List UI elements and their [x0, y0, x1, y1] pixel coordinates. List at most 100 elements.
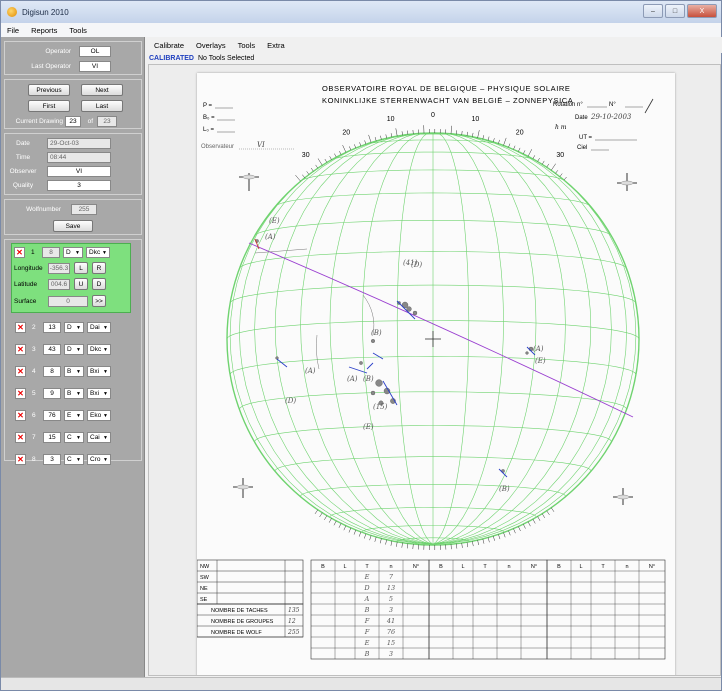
- group-number-field[interactable]: 8: [43, 366, 61, 377]
- sunspot-group-row[interactable]: ✕ 48BBxi: [15, 365, 111, 378]
- date-picker[interactable]: 29-Oct-03: [47, 138, 111, 149]
- first-button[interactable]: First: [28, 100, 70, 112]
- sunspot-group-row[interactable]: ✕ 2 13DDai: [15, 321, 111, 334]
- menu-reports[interactable]: Reports: [31, 26, 57, 35]
- delete-group-button[interactable]: ✕: [15, 366, 26, 377]
- limb-tick: [461, 542, 463, 548]
- menu-file[interactable]: File: [7, 26, 19, 35]
- limb-tick: [498, 534, 501, 540]
- group-number-field[interactable]: 15: [43, 432, 61, 443]
- limb-tick: [532, 155, 536, 159]
- limb-tick: [492, 535, 495, 541]
- group-type-select[interactable]: D: [63, 247, 83, 258]
- group-mcintosh-select[interactable]: Bxi: [87, 366, 111, 377]
- longitude-line: [432, 133, 566, 545]
- sunspot-group-row[interactable]: ✕ 83CCro: [15, 453, 111, 466]
- limb-tick: [358, 531, 362, 537]
- group-type-select[interactable]: C: [64, 454, 84, 465]
- group-number-field[interactable]: 9: [43, 388, 61, 399]
- last-button[interactable]: Last: [81, 100, 123, 112]
- latitude-label: Latitude: [14, 280, 38, 288]
- group-type-select[interactable]: E: [64, 410, 84, 421]
- close-button[interactable]: X: [687, 4, 717, 18]
- operator-field[interactable]: OL: [79, 46, 111, 57]
- limb-tick: [353, 529, 357, 535]
- delete-group-button[interactable]: ✕: [15, 322, 26, 333]
- sunspot-group-row[interactable]: ✕ 6 76EEko: [15, 409, 111, 422]
- tools-menu[interactable]: Tools: [238, 41, 256, 50]
- group-type-select[interactable]: C: [64, 432, 84, 443]
- group-mcintosh-select[interactable]: Cai: [87, 432, 111, 443]
- delete-group-1-button[interactable]: ✕: [14, 247, 25, 258]
- record-block: [310, 559, 430, 660]
- group-mcintosh-select[interactable]: Eko: [87, 410, 111, 421]
- latitude-down-button[interactable]: D: [92, 278, 106, 290]
- limb-tick: [523, 524, 526, 529]
- tick-label: 10: [387, 116, 395, 123]
- group-number-field[interactable]: 13: [43, 322, 61, 333]
- limb-tick: [537, 157, 540, 162]
- current-drawing-stepper[interactable]: 23: [65, 116, 81, 127]
- time-field[interactable]: 08:44: [47, 152, 111, 163]
- handwritten-label: (E): [269, 217, 280, 225]
- group-mcintosh-select[interactable]: Dkc: [87, 344, 111, 355]
- longitude-left-button[interactable]: L: [74, 262, 88, 274]
- group-type-select[interactable]: B: [64, 388, 84, 399]
- latitude-field[interactable]: 004.6: [48, 278, 70, 290]
- group-mcintosh-select[interactable]: Dai: [87, 322, 111, 333]
- overlays-menu[interactable]: Overlays: [196, 41, 226, 50]
- quality-field[interactable]: 3: [47, 180, 111, 191]
- previous-button[interactable]: Previous: [28, 84, 70, 96]
- table-header: N°: [413, 564, 419, 570]
- horizontal-scrollbar[interactable]: [1, 677, 721, 690]
- delete-group-button[interactable]: ✕: [15, 388, 26, 399]
- title-bar[interactable]: Digisun 2010 – □ X: [1, 1, 721, 23]
- table-header: B: [557, 564, 561, 570]
- delete-group-button[interactable]: ✕: [15, 410, 26, 421]
- group-type-select[interactable]: D: [64, 344, 84, 355]
- latitude-up-button[interactable]: U: [74, 278, 88, 290]
- surface-expand-button[interactable]: >>: [92, 295, 106, 307]
- calibrate-menu[interactable]: Calibrate: [154, 41, 184, 50]
- p-label: P =: [203, 103, 213, 109]
- group-mcintosh-select[interactable]: Cro: [87, 454, 111, 465]
- limb-tick: [329, 156, 332, 160]
- save-button[interactable]: Save: [53, 220, 93, 232]
- group-number-field[interactable]: 3: [43, 454, 61, 465]
- sunspot-drawing-sheet[interactable]: OBSERVATOIRE ROYAL DE BELGIQUE – PHYSIQU…: [196, 73, 675, 675]
- handwritten-label: (B): [371, 329, 382, 337]
- longitude-field[interactable]: -356.3: [48, 262, 70, 274]
- table-header: L: [579, 564, 582, 570]
- group-mcintosh-select[interactable]: Bxi: [87, 388, 111, 399]
- group-index: 4: [32, 368, 36, 375]
- next-button[interactable]: Next: [81, 84, 123, 96]
- maximize-button[interactable]: □: [665, 4, 685, 18]
- group-number-field[interactable]: 43: [43, 344, 61, 355]
- extra-menu[interactable]: Extra: [267, 41, 285, 50]
- longitude-right-button[interactable]: R: [92, 262, 106, 274]
- surface-field[interactable]: 0: [48, 295, 88, 307]
- menu-tools[interactable]: Tools: [69, 26, 87, 35]
- operator-group: Operator OL Last Operator VI: [4, 41, 142, 75]
- delete-group-button[interactable]: ✕: [15, 454, 26, 465]
- sunspot-group-row[interactable]: ✕ 3 43DDkc: [15, 343, 111, 356]
- time-label: Time: [15, 154, 31, 161]
- sunspot-group-row[interactable]: ✕ 7 15CCai: [15, 431, 111, 444]
- group-mcintosh-select[interactable]: Dkc: [86, 247, 110, 258]
- last-operator-field[interactable]: VI: [79, 61, 111, 72]
- limb-tick: [412, 544, 414, 550]
- group-type-select[interactable]: D: [64, 322, 84, 333]
- sunspot-group-row[interactable]: ✕ 59BBxi: [15, 387, 111, 400]
- group-type-select[interactable]: B: [64, 366, 84, 377]
- observer-field[interactable]: VI: [47, 166, 111, 177]
- minimize-button[interactable]: –: [643, 4, 663, 18]
- delete-group-button[interactable]: ✕: [15, 344, 26, 355]
- group-number-field[interactable]: 76: [43, 410, 61, 421]
- drawing-canvas[interactable]: OBSERVATOIRE ROYAL DE BELGIQUE – PHYSIQU…: [148, 64, 721, 676]
- delete-group-button[interactable]: ✕: [15, 432, 26, 443]
- hand-type: F: [364, 628, 370, 636]
- group-number-field[interactable]: 8: [42, 247, 60, 258]
- limb-tick: [508, 530, 511, 536]
- limb-tick: [482, 538, 485, 544]
- menu-bar: File Reports Tools: [1, 23, 721, 37]
